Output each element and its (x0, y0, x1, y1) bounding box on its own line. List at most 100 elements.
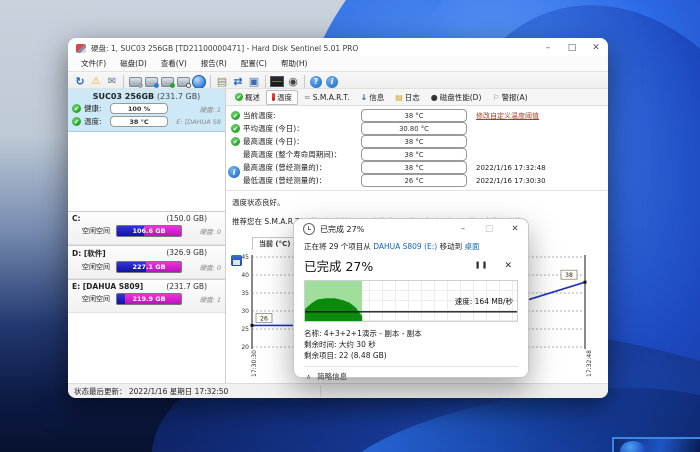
refresh-icon[interactable] (72, 74, 88, 89)
temperature-bar: 30.80 °C (361, 122, 467, 135)
menu-disk[interactable]: 磁盘(D) (113, 57, 154, 70)
minimize-button[interactable]: – (536, 41, 560, 56)
divider (226, 190, 608, 191)
sync-icon[interactable] (230, 74, 246, 89)
svg-text:25: 25 (241, 326, 249, 333)
partition-name: E: [DAHUA S809] (72, 282, 143, 291)
partition-item-d[interactable]: D: [软件] (326.9 GB) 空闲空间 227.1 GB 硬盘: 0 (68, 245, 225, 279)
toolbar-separator (210, 75, 211, 88)
temperature-row: ✔ 当前温度: 38 °C 修改自定义温度阈值 (226, 109, 608, 122)
disk-partition-ref: E: [DAHUA S8 (176, 118, 221, 126)
temperature-table: i ✔ 当前温度: 38 °C 修改自定义温度阈值 ✔ 平均温度 (今日)： 3… (226, 106, 608, 187)
fewer-details-label: 简略信息 (317, 371, 347, 382)
globe-icon[interactable] (192, 75, 206, 89)
disk-temp-ok-icon: ✔ (72, 117, 81, 126)
background-window-corner[interactable] (612, 437, 700, 452)
gauge-icon[interactable] (285, 74, 301, 89)
tab-information[interactable]: 信息 (356, 91, 390, 104)
partition-size: (326.9 GB) (166, 248, 207, 259)
clock-icon (303, 223, 315, 235)
cancel-copy-button[interactable]: ✕ (504, 261, 512, 271)
temperature-bar: 38 °C (361, 161, 467, 174)
tab-bar: ✔概述 温度 S.M.A.R.T. 信息 日志 磁盘性能(D) 警报(A) (226, 89, 608, 106)
disk-health-ok-icon: ✔ (72, 104, 81, 113)
tab-overview[interactable]: ✔概述 (230, 91, 265, 104)
disk-list-item-selected[interactable]: SUC03 256GB (231.7 GB) ✔ 健康: 100 % 硬盘: 1… (68, 89, 225, 132)
maximize-button[interactable]: □ (560, 41, 584, 56)
gauge-icon (431, 93, 438, 102)
disk-ok-icon[interactable] (161, 77, 174, 87)
disk-remove-icon[interactable] (129, 77, 142, 87)
toolbar-separator (123, 75, 124, 88)
measured-timestamp: 2022/1/16 17:32:48 (476, 164, 546, 172)
file-copy-dialog: 已完成 27% – □ ✕ 正在将 29 个项目从 DAHUA S809 (E:… (293, 218, 529, 378)
temperature-bar: 38 °C (361, 148, 467, 161)
source-link[interactable]: DAHUA S809 (E:) (373, 242, 437, 251)
tab-log[interactable]: 日志 (390, 91, 425, 104)
temperature-row: 最高温度 (曾经测量的)： 38 °C 2022/1/16 17:32:48 (226, 161, 608, 174)
svg-text:45: 45 (241, 254, 249, 261)
download-arrow-icon (361, 93, 368, 102)
svg-text:35: 35 (241, 290, 249, 297)
temp-label: 温度: (84, 116, 110, 127)
window-title: 硬盘: 1, SUC03 256GB [TD21100000471] - Har… (91, 43, 358, 54)
info-icon[interactable]: i (326, 76, 338, 88)
menu-report[interactable]: 报告(R) (194, 57, 234, 70)
dialog-maximize-button: □ (476, 220, 502, 239)
dialog-close-button[interactable]: ✕ (502, 220, 528, 239)
partition-name: D: [软件] (72, 248, 106, 259)
partition-name: C: (72, 214, 81, 223)
free-space-bar: 227.1 GB (116, 261, 182, 273)
health-value: 100 % (111, 104, 167, 113)
destination-link[interactable]: 桌面 (464, 242, 479, 251)
temperature-bar: 38 °C (361, 135, 467, 148)
svg-text:20: 20 (241, 344, 249, 351)
network-icon[interactable] (246, 74, 262, 89)
edit-threshold-link[interactable]: 修改自定义温度阈值 (476, 111, 539, 121)
close-button[interactable]: ✕ (584, 41, 608, 56)
tab-disk-performance[interactable]: 磁盘性能(D) (426, 91, 487, 104)
fewer-details-toggle[interactable]: ∧ 简略信息 (304, 366, 518, 382)
alert-icon[interactable] (88, 74, 104, 89)
help-icon[interactable]: ? (310, 76, 322, 88)
tab-temperature[interactable]: 温度 (266, 90, 298, 105)
svg-text:17:30:30: 17:30:30 (251, 350, 258, 377)
partition-item-c[interactable]: C: (150.0 GB) 空闲空间 106.6 GB 硬盘: 0 (68, 211, 225, 245)
temperature-status-text: 温度状态良好。 (226, 194, 608, 208)
report-icon[interactable] (214, 74, 230, 89)
disk-search-icon[interactable] (177, 77, 190, 87)
check-icon: ✔ (235, 93, 243, 101)
ok-icon: ✔ (231, 124, 240, 133)
thermometer-icon (272, 93, 275, 101)
dialog-title-bar[interactable]: 已完成 27% – □ ✕ (294, 219, 528, 239)
performance-monitor-icon[interactable] (270, 76, 284, 87)
partition-item-e[interactable]: E: [DAHUA S809] (231.7 GB) 空闲空间 219.9 GB… (68, 279, 225, 313)
free-space-value: 219.9 GB (117, 294, 181, 304)
partition-size: (231.7 GB) (166, 282, 207, 291)
ok-icon: ✔ (231, 137, 240, 146)
smart-icon (304, 93, 311, 102)
graph-tab-current[interactable]: 当前 (°C) (252, 237, 297, 250)
tab-smart[interactable]: S.M.A.R.T. (299, 92, 355, 103)
temp-value: 38 °C (111, 117, 167, 126)
mail-icon[interactable] (104, 74, 120, 89)
title-bar[interactable]: 硬盘: 1, SUC03 256GB [TD21100000471] - Har… (68, 38, 608, 56)
status-spacer (321, 386, 608, 397)
menu-view[interactable]: 查看(V) (154, 57, 194, 70)
ok-icon: ✔ (231, 111, 240, 120)
pause-button[interactable]: ❚❚ (475, 261, 489, 271)
speed-chart: 速度: 164 MB/秒 (304, 280, 518, 322)
menu-config[interactable]: 配置(C) (234, 57, 274, 70)
copy-name-line: 名称: 4+3+2+1演示 - 副本 - 副本 (304, 328, 518, 339)
dialog-title: 已完成 27% (320, 224, 364, 235)
menu-help[interactable]: 帮助(H) (274, 57, 315, 70)
menu-bar: 文件(F) 磁盘(D) 查看(V) 报告(R) 配置(C) 帮助(H) (68, 56, 608, 71)
tab-alerts[interactable]: 警报(A) (487, 91, 532, 104)
health-label: 健康: (84, 103, 110, 114)
free-space-bar: 219.9 GB (116, 293, 182, 305)
menu-file[interactable]: 文件(F) (74, 57, 113, 70)
free-space-bar: 106.6 GB (116, 225, 182, 237)
dialog-minimize-button[interactable]: – (450, 220, 476, 239)
free-space-value: 227.1 GB (117, 262, 181, 272)
disk-info-icon[interactable] (145, 77, 158, 87)
